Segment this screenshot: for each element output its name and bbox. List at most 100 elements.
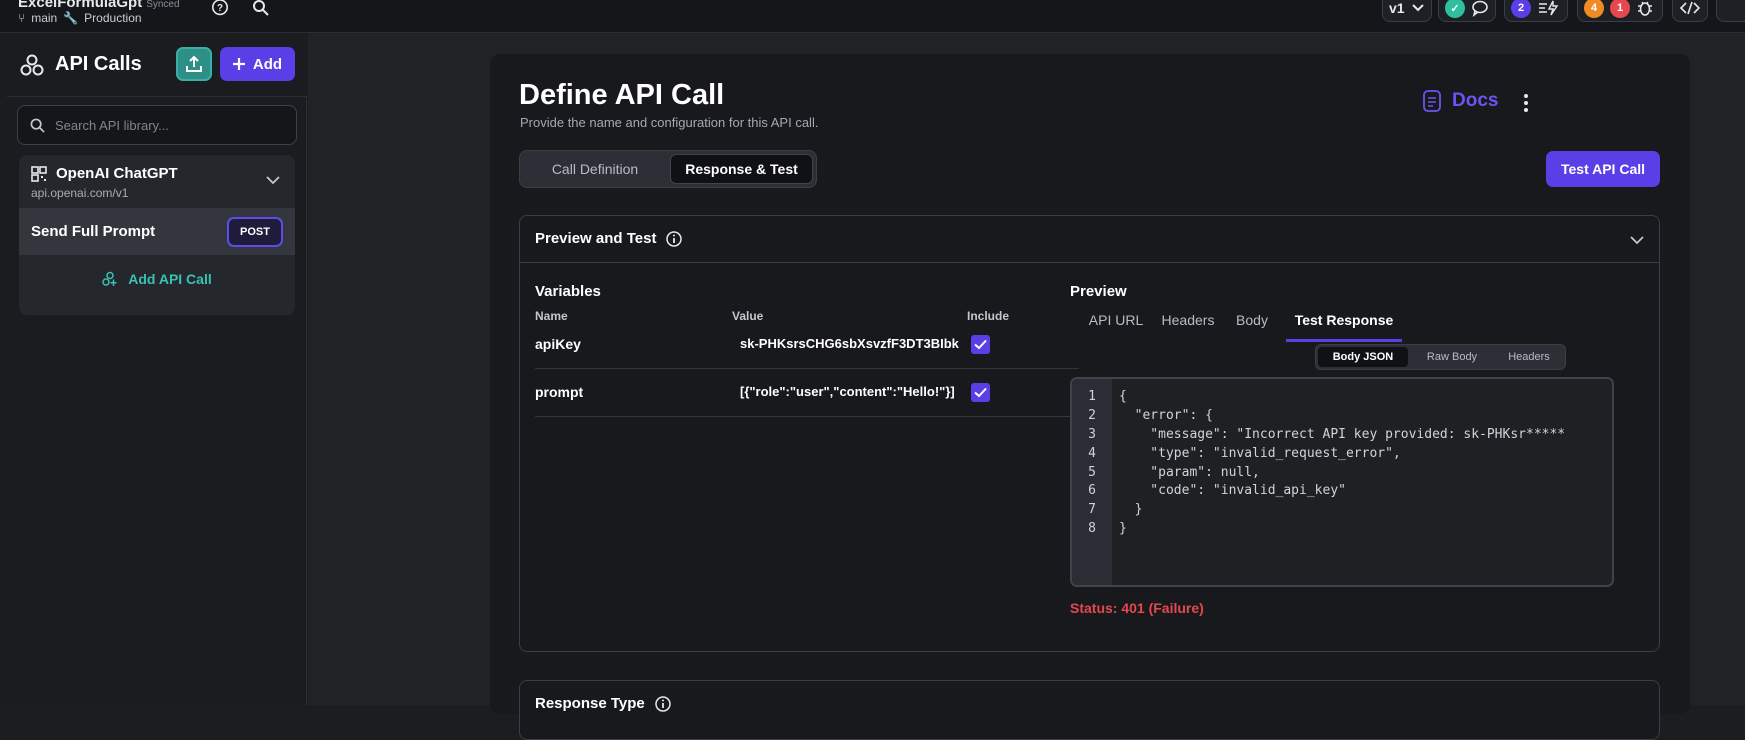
preview-test-section: Preview and Test Variables Name Value In…	[519, 215, 1660, 652]
status-value: 401 (Failure)	[1121, 600, 1204, 616]
tab-test-response[interactable]: Test Response	[1286, 308, 1402, 342]
response-type-section: Response Type	[519, 680, 1660, 740]
wrench-icon: 🔧	[63, 11, 79, 25]
collab-pill[interactable]: ✓	[1438, 0, 1496, 22]
preview-title: Preview	[1070, 283, 1127, 300]
qr-grid-icon	[31, 166, 47, 182]
section-title-label: Preview and Test	[535, 230, 657, 247]
add-api-call-label: Add API Call	[128, 271, 212, 287]
branch-label: main	[31, 11, 58, 25]
variables-title: Variables	[535, 283, 601, 300]
sidebar: API Calls Add OpenAI ChatGPT api.openai.…	[0, 33, 307, 705]
api-call-item[interactable]: Send Full Prompt POST	[19, 208, 295, 255]
code-line: "message": "Incorrect API key provided: …	[1119, 427, 1566, 442]
subtab-headers[interactable]: Headers	[1496, 347, 1562, 367]
page-subtitle: Provide the name and configuration for t…	[520, 115, 819, 130]
info-icon[interactable]	[655, 695, 671, 712]
line-number: 1	[1088, 389, 1096, 404]
response-code-viewer[interactable]: 1 2 3 4 5 6 7 8 { "error": { "message": …	[1070, 377, 1614, 587]
errors-count-badge: 1	[1610, 0, 1630, 18]
checkmark-icon	[974, 339, 987, 350]
api-calls-icon	[20, 54, 44, 76]
variable-value[interactable]: sk-PHKsrsCHG6sbXsvzfF3DT3BIbk	[740, 336, 959, 351]
line-number: 3	[1088, 427, 1096, 442]
chevron-down-icon[interactable]	[265, 172, 281, 188]
subtab-body-json[interactable]: Body JSON	[1318, 347, 1408, 367]
add-button-label: Add	[252, 55, 283, 73]
section-title: Preview and Test	[535, 230, 683, 247]
code-line: "error": {	[1119, 408, 1213, 423]
test-api-call-button[interactable]: Test API Call	[1546, 151, 1660, 187]
line-number: 8	[1088, 521, 1096, 536]
api-call-name: Send Full Prompt	[31, 223, 156, 240]
section-title-label: Response Type	[535, 695, 645, 712]
code-view-button[interactable]	[1672, 0, 1708, 22]
version-selector[interactable]: v1	[1382, 0, 1432, 22]
project-name-label: ExcelFormulaGpt	[18, 0, 143, 11]
checkmark-icon	[974, 387, 987, 398]
help-icon[interactable]: ?	[210, 0, 230, 18]
api-library-search[interactable]	[17, 105, 297, 145]
line-number: 7	[1088, 502, 1096, 517]
line-number: 4	[1088, 446, 1096, 461]
info-icon[interactable]	[666, 230, 683, 247]
more-options-icon[interactable]	[1522, 92, 1530, 114]
svg-text:?: ?	[217, 3, 223, 14]
section-title[interactable]: Response Type	[535, 695, 671, 712]
docs-label: Docs	[1452, 90, 1499, 111]
tab-response-test[interactable]: Response & Test	[670, 154, 813, 184]
branch-indicator[interactable]: ⑂ main 🔧 Production	[18, 11, 148, 25]
version-label: v1	[1389, 0, 1405, 16]
variable-name: prompt	[535, 384, 584, 400]
response-status: Status: 401 (Failure)	[1070, 600, 1204, 616]
sidebar-title: API Calls	[55, 53, 142, 75]
code-icon	[1680, 1, 1700, 15]
code-line: "param": null,	[1119, 465, 1260, 480]
api-group-url: api.openai.com/v1	[31, 186, 129, 200]
add-api-call-button[interactable]: Add API Call	[19, 255, 295, 303]
tab-api-url[interactable]: API URL	[1086, 308, 1146, 342]
add-button[interactable]: Add	[220, 47, 295, 81]
upload-icon	[186, 55, 202, 72]
docs-link[interactable]: Docs	[1422, 90, 1498, 112]
chevron-down-icon	[1411, 4, 1424, 12]
search-icon[interactable]	[252, 0, 270, 18]
response-subtabs: Body JSON Raw Body Headers	[1315, 344, 1566, 370]
subtab-raw-body[interactable]: Raw Body	[1412, 347, 1492, 367]
plus-icon	[232, 58, 245, 70]
code-line: "type": "invalid_request_error",	[1119, 446, 1401, 461]
variable-row: apiKey sk-PHKsrsCHG6sbXsvzfF3DT3BIbk	[535, 321, 1079, 369]
branch-icon: ⑂	[18, 11, 26, 25]
lightning-list-icon	[1539, 0, 1559, 16]
code-line: {	[1119, 389, 1127, 404]
tab-body[interactable]: Body	[1232, 308, 1272, 342]
variable-row: prompt [{"role":"user","content":"Hello!…	[535, 369, 1079, 417]
include-checkbox[interactable]	[971, 335, 990, 354]
define-api-panel: Define API Call Provide the name and con…	[490, 54, 1690, 740]
project-name[interactable]: ExcelFormulaGpt Synced	[18, 0, 180, 11]
top-bar: ExcelFormulaGpt Synced ⑂ main 🔧 Production ?…	[0, 0, 1745, 33]
section-header[interactable]: Preview and Test	[520, 216, 1659, 263]
variable-value[interactable]: [{"role":"user","content":"Hello!"}]	[740, 384, 955, 399]
chevron-down-icon[interactable]	[1629, 232, 1645, 248]
more-pill[interactable]	[1716, 0, 1745, 22]
definition-tabs: Call Definition Response & Test	[519, 150, 817, 188]
tab-headers[interactable]: Headers	[1156, 308, 1220, 342]
method-badge: POST	[227, 217, 283, 247]
variable-name: apiKey	[535, 336, 581, 352]
api-group-header[interactable]: OpenAI ChatGPT api.openai.com/v1	[19, 155, 295, 207]
include-checkbox[interactable]	[971, 383, 990, 402]
upload-button[interactable]	[176, 47, 212, 81]
code-line: }	[1119, 521, 1127, 536]
tasks-pill[interactable]: 2	[1504, 0, 1568, 22]
warnings-count-badge: 4	[1584, 0, 1604, 18]
tab-call-definition[interactable]: Call Definition	[523, 154, 667, 184]
sidebar-header: API Calls Add	[7, 33, 307, 97]
search-input[interactable]	[55, 117, 275, 133]
code-line: "code": "invalid_api_key"	[1119, 483, 1346, 498]
issues-pill[interactable]: 4 1	[1577, 0, 1663, 22]
api-group-name: OpenAI ChatGPT	[56, 165, 178, 182]
bug-icon	[1638, 1, 1652, 16]
line-number: 5	[1088, 465, 1096, 480]
synced-label: Synced	[146, 0, 180, 10]
